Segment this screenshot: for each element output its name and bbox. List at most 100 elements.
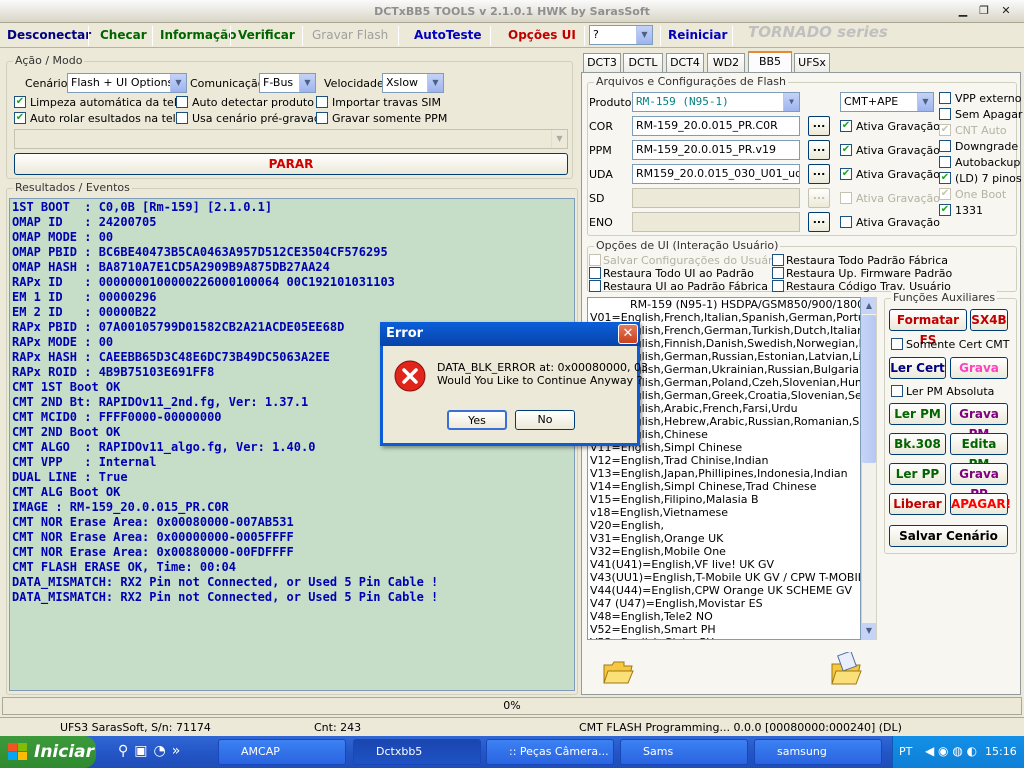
restore-fw-checkbox[interactable] bbox=[772, 267, 784, 279]
list-item[interactable]: RM-159 (N95-1) HSDPA/GSM850/900/1800/190… bbox=[590, 298, 860, 311]
speed-select[interactable]: Xslow ▼ bbox=[382, 73, 444, 93]
uda-enable-checkbox[interactable]: ✔ bbox=[840, 168, 852, 180]
task-sams[interactable]: Sams bbox=[620, 739, 748, 765]
list-item[interactable]: V15=English,Filipino,Malasia B bbox=[590, 493, 858, 506]
cor-browse-button[interactable]: ... bbox=[808, 116, 830, 136]
unlock-button[interactable]: Liberar bbox=[889, 493, 946, 515]
product-select[interactable]: RM-159 (N95-1) ▼ bbox=[632, 92, 800, 112]
scenario-detail-select[interactable]: ▼ bbox=[14, 129, 568, 149]
tab-dctl[interactable]: DCTL bbox=[623, 53, 663, 72]
help-combo[interactable]: ? ▼ bbox=[589, 25, 653, 45]
list-item[interactable]: V14=English,Simpl Chinese,Trad Chinese bbox=[590, 480, 858, 493]
no-button[interactable]: No bbox=[515, 410, 575, 430]
ppm-only-checkbox[interactable] bbox=[316, 112, 328, 124]
tray-icons[interactable]: ◀ ◉ ◍ ◐ bbox=[925, 744, 977, 758]
list-item[interactable]: V48=English,Tele2 NO bbox=[590, 610, 858, 623]
tab-wd2[interactable]: WD2 bbox=[707, 53, 745, 72]
list-item[interactable]: V20=English, bbox=[590, 519, 858, 532]
ppm-browse-button[interactable]: ... bbox=[808, 140, 830, 160]
task-amcap[interactable]: AMCAP bbox=[218, 739, 346, 765]
flash-button[interactable]: Gravar Flash bbox=[309, 27, 391, 45]
task-samsung[interactable]: samsung bbox=[754, 739, 882, 765]
eno-enable-checkbox[interactable] bbox=[840, 216, 852, 228]
ppm-enable-checkbox[interactable]: ✔ bbox=[840, 144, 852, 156]
import-sim-checkbox[interactable] bbox=[316, 96, 328, 108]
edit-pm-button[interactable]: Edita PM bbox=[950, 433, 1008, 471]
mode-select[interactable]: CMT+APE ▼ bbox=[840, 92, 934, 112]
close-button[interactable]: ✕ bbox=[997, 3, 1015, 19]
check-button[interactable]: Checar bbox=[97, 27, 150, 45]
tab-dct4[interactable]: DCT4 bbox=[666, 53, 704, 72]
write-pm-button[interactable]: Grava PM bbox=[950, 403, 1008, 441]
write-pp-button[interactable]: Grava PP bbox=[950, 463, 1008, 501]
list-item[interactable]: V53=English,Globe PH bbox=[590, 636, 858, 639]
ppm-field[interactable]: RM-159_20.0.015_PR.v19 bbox=[632, 140, 800, 160]
eno-field[interactable] bbox=[632, 212, 800, 232]
tab-dct3[interactable]: DCT3 bbox=[583, 53, 621, 72]
save-cfg-checkbox[interactable] bbox=[589, 254, 601, 266]
restore-all-checkbox[interactable] bbox=[589, 267, 601, 279]
info-button[interactable]: Informação bbox=[157, 27, 239, 45]
no-erase-checkbox[interactable] bbox=[939, 108, 951, 120]
open-folder-icon[interactable] bbox=[602, 657, 634, 685]
restore-button[interactable]: ❐ bbox=[975, 3, 993, 19]
cor-enable-checkbox[interactable]: ✔ bbox=[840, 120, 852, 132]
list-item[interactable]: V32=English,Mobile One bbox=[590, 545, 858, 558]
vpp-ext-checkbox[interactable] bbox=[939, 92, 951, 104]
verify-button[interactable]: Verificar bbox=[235, 27, 298, 45]
opt-1331-checkbox[interactable]: ✔ bbox=[939, 204, 951, 216]
cnt-auto-checkbox[interactable]: ✔ bbox=[939, 124, 951, 136]
read-cert-button[interactable]: Ler Cert bbox=[889, 357, 946, 379]
save-folder-icon[interactable] bbox=[830, 652, 862, 686]
uda-field[interactable]: RM159_20.0.015_030_U01_uda.f bbox=[632, 164, 800, 184]
list-item[interactable]: V13=English,Japan,Phillipines,Indonesia,… bbox=[590, 467, 858, 480]
list-item[interactable]: V12=English,Trad Chinise,Indian bbox=[590, 454, 858, 467]
yes-button[interactable]: Yes bbox=[447, 410, 507, 430]
minimize-button[interactable]: ▁ bbox=[954, 3, 972, 19]
save-scenario-button[interactable]: Salvar Cenário bbox=[889, 525, 1008, 547]
list-item[interactable]: V47 (U47)=English,Movistar ES bbox=[590, 597, 858, 610]
quick-launch-icons[interactable]: ⚲▣◔» bbox=[118, 743, 186, 759]
auto-scroll-checkbox[interactable]: ✔ bbox=[14, 112, 26, 124]
write-cert-button[interactable]: Grava Cert bbox=[950, 357, 1008, 379]
downgrade-checkbox[interactable] bbox=[939, 140, 951, 152]
eno-browse-button[interactable]: ... bbox=[808, 212, 830, 232]
sd-browse-button[interactable]: ... bbox=[808, 188, 830, 208]
restore-factory-checkbox[interactable] bbox=[772, 254, 784, 266]
pre-scenario-checkbox[interactable] bbox=[176, 112, 188, 124]
auto-clear-checkbox[interactable]: ✔ bbox=[14, 96, 26, 108]
list-item[interactable]: V31=English,Orange UK bbox=[590, 532, 858, 545]
sd-field[interactable] bbox=[632, 188, 800, 208]
erase-button[interactable]: APAGAR! bbox=[950, 493, 1011, 515]
list-item[interactable]: V41(U41)=English,VF live! UK GV bbox=[590, 558, 858, 571]
pm-abs-checkbox[interactable] bbox=[891, 385, 903, 397]
ui-options-button[interactable]: Opções UI bbox=[505, 27, 579, 45]
restore-lock-checkbox[interactable] bbox=[772, 280, 784, 292]
autotest-button[interactable]: AutoTeste bbox=[411, 27, 485, 45]
list-item[interactable]: V43(UU1)=English,T-Mobile UK GV / CPW T-… bbox=[590, 571, 860, 584]
sx4b-button[interactable]: SX4B bbox=[970, 309, 1008, 331]
language-indicator[interactable]: PT bbox=[899, 745, 912, 758]
list-item[interactable]: v18=English,Vietnamese bbox=[590, 506, 858, 519]
cert-only-checkbox[interactable] bbox=[891, 338, 903, 350]
sd-enable-checkbox[interactable] bbox=[840, 192, 852, 204]
list-item[interactable]: V44(U44)=English,CPW Orange UK SCHEME GV bbox=[590, 584, 858, 597]
cor-field[interactable]: RM-159_20.0.015_PR.C0R bbox=[632, 116, 800, 136]
stop-button[interactable]: PARAR bbox=[14, 153, 568, 175]
list-item[interactable]: V52=English,Smart PH bbox=[590, 623, 858, 636]
start-button[interactable]: Iniciar bbox=[0, 736, 96, 768]
dialog-close-icon[interactable]: ✕ bbox=[618, 324, 638, 344]
format-fs-button[interactable]: Formatar FS bbox=[889, 309, 967, 347]
one-boot-checkbox[interactable]: ✔ bbox=[939, 188, 951, 200]
restore-ui-checkbox[interactable] bbox=[589, 280, 601, 292]
scenario-select[interactable]: Flash + UI Options ▼ bbox=[67, 73, 187, 93]
variant-scrollbar[interactable]: ▲ ▼ bbox=[861, 297, 877, 640]
detect-checkbox[interactable] bbox=[176, 96, 188, 108]
read-pm-button[interactable]: Ler PM bbox=[889, 403, 946, 425]
uda-browse-button[interactable]: ... bbox=[808, 164, 830, 184]
comm-select[interactable]: F-Bus ▼ bbox=[259, 73, 316, 93]
autobackup-checkbox[interactable] bbox=[939, 156, 951, 168]
restart-button[interactable]: Reiniciar bbox=[665, 27, 730, 45]
task-pecas-camera[interactable]: :: Peças Câmera... bbox=[486, 739, 614, 765]
read-pp-button[interactable]: Ler PP bbox=[889, 463, 946, 485]
